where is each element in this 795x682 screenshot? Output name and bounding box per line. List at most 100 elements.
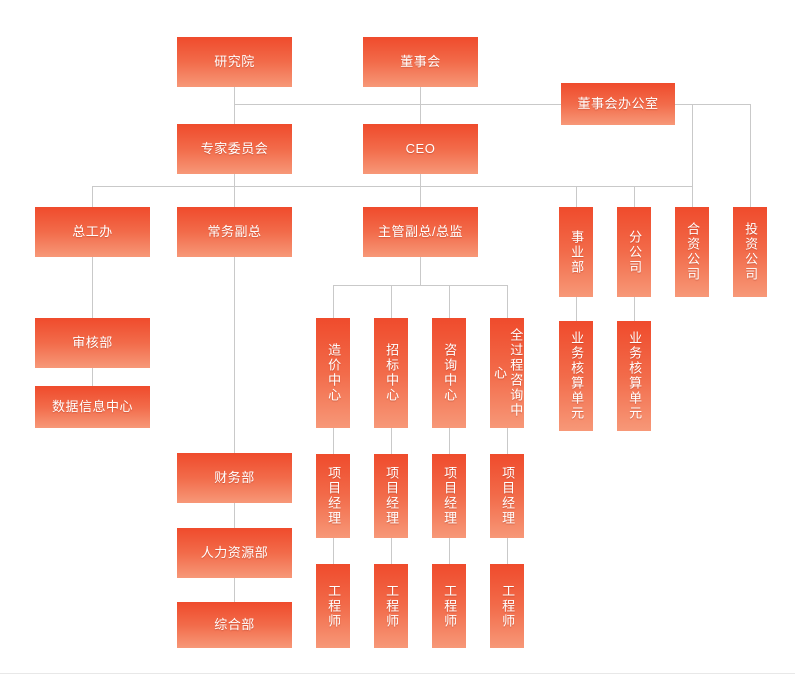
connector-bus-level1 (234, 104, 561, 105)
node-finance-department[interactable]: 财务部 (177, 453, 292, 503)
node-label: 主管副总/总监 (377, 223, 464, 239)
connector-pm1-to-engineer1 (333, 538, 334, 564)
node-label: CEO (405, 140, 436, 156)
connector-expert-down (234, 174, 235, 186)
connector-research-down (234, 87, 235, 104)
connector-business-division-to-unit1 (576, 297, 577, 321)
node-accounting-unit-1[interactable]: 业务核算单元 (559, 321, 593, 431)
node-board-of-directors[interactable]: 董事会 (363, 37, 478, 87)
node-label: 项目经理 (500, 466, 516, 526)
node-label: 项目经理 (442, 466, 458, 526)
connector-to-branch-company (634, 186, 635, 207)
node-label: 分公司 (627, 229, 643, 275)
connector-hr-to-general-affairs (234, 578, 235, 602)
node-whole-process-consulting-center[interactable]: 全过程咨询中心 (490, 318, 524, 428)
node-label: 工程师 (442, 583, 458, 629)
node-hr-department[interactable]: 人力资源部 (177, 528, 292, 578)
node-audit-department[interactable]: 审核部 (35, 318, 150, 368)
node-engineer-3[interactable]: 工程师 (432, 564, 466, 648)
connector-bus-level2 (92, 186, 692, 187)
connector-consulting-to-pm3 (449, 428, 450, 454)
node-research-institute[interactable]: 研究院 (177, 37, 292, 87)
node-label: 董事会办公室 (577, 95, 659, 111)
connector-bus-centers (333, 285, 507, 286)
node-expert-committee[interactable]: 专家委员会 (177, 124, 292, 174)
node-label: 工程师 (384, 583, 400, 629)
node-label: 工程师 (500, 583, 516, 629)
node-joint-venture-company[interactable]: 合资公司 (675, 207, 709, 297)
connector-to-consulting-center (449, 285, 450, 318)
node-label: 业务核算单元 (627, 331, 643, 421)
connector-pm3-to-engineer3 (449, 538, 450, 564)
node-branch-company[interactable]: 分公司 (617, 207, 651, 297)
node-label: 业务核算单元 (569, 331, 585, 421)
node-label: 投资公司 (743, 222, 759, 282)
node-label: 数据信息中心 (51, 398, 133, 414)
node-ceo[interactable]: CEO (363, 124, 478, 174)
node-business-division[interactable]: 事业部 (559, 207, 593, 297)
node-label: 常务副总 (207, 223, 262, 239)
node-cost-center[interactable]: 造价中心 (316, 318, 350, 428)
node-bidding-center[interactable]: 招标中心 (374, 318, 408, 428)
node-label: 财务部 (214, 469, 255, 485)
node-label: 项目经理 (326, 466, 342, 526)
connector-finance-to-hr (234, 503, 235, 528)
node-supervising-vp[interactable]: 主管副总/总监 (363, 207, 478, 257)
connector-cost-to-pm1 (333, 428, 334, 454)
connector-to-joint-venture (692, 104, 693, 207)
node-general-affairs-department[interactable]: 综合部 (177, 602, 292, 648)
node-label: 造价中心 (326, 343, 342, 403)
node-label: 审核部 (72, 334, 113, 350)
connector-pm2-to-engineer2 (391, 538, 392, 564)
node-label: 全过程咨询中心 (492, 328, 524, 418)
page-bottom-divider (0, 673, 795, 674)
node-project-manager-3[interactable]: 项目经理 (432, 454, 466, 538)
node-label: 项目经理 (384, 466, 400, 526)
node-label: 专家委员会 (200, 140, 269, 156)
connector-to-executive-vp (234, 186, 235, 207)
connector-to-ceo (420, 104, 421, 124)
connector-to-chief-engineer (92, 186, 93, 207)
connector-audit-to-data-center (92, 368, 93, 386)
node-chief-engineer-office[interactable]: 总工办 (35, 207, 150, 257)
node-engineer-1[interactable]: 工程师 (316, 564, 350, 648)
node-engineer-4[interactable]: 工程师 (490, 564, 524, 648)
connector-whole-to-pm4 (507, 428, 508, 454)
node-label: 人力资源部 (200, 544, 269, 560)
connector-board-office-right (675, 104, 750, 105)
connector-pm4-to-engineer4 (507, 538, 508, 564)
node-label: 综合部 (214, 616, 255, 632)
connector-chief-engineer-to-audit (92, 257, 93, 318)
node-project-manager-2[interactable]: 项目经理 (374, 454, 408, 538)
node-data-information-center[interactable]: 数据信息中心 (35, 386, 150, 428)
node-label: 董事会 (400, 53, 441, 69)
node-project-manager-1[interactable]: 项目经理 (316, 454, 350, 538)
connector-branch-company-to-unit2 (634, 297, 635, 321)
connector-ceo-down (420, 174, 421, 186)
connector-bidding-to-pm2 (391, 428, 392, 454)
node-label: 工程师 (326, 583, 342, 629)
connector-to-bidding-center (391, 285, 392, 318)
connector-executive-vp-to-finance (234, 257, 235, 453)
node-engineer-2[interactable]: 工程师 (374, 564, 408, 648)
node-board-office[interactable]: 董事会办公室 (561, 83, 675, 125)
node-label: 研究院 (214, 53, 255, 69)
node-accounting-unit-2[interactable]: 业务核算单元 (617, 321, 651, 431)
node-label: 合资公司 (685, 222, 701, 282)
connector-to-cost-center (333, 285, 334, 318)
node-label: 事业部 (569, 229, 585, 275)
node-investment-company[interactable]: 投资公司 (733, 207, 767, 297)
node-label: 招标中心 (384, 343, 400, 403)
node-executive-vp[interactable]: 常务副总 (177, 207, 292, 257)
node-label: 咨询中心 (442, 343, 458, 403)
connector-to-investment (750, 104, 751, 207)
connector-to-expert-committee (234, 104, 235, 124)
org-chart-canvas: 研究院 董事会 董事会办公室 专家委员会 CEO 总工办 常务副总 主管副总/总… (0, 0, 795, 682)
connector-to-whole-process-center (507, 285, 508, 318)
connector-board-down (420, 87, 421, 104)
node-label: 总工办 (72, 223, 113, 239)
node-project-manager-4[interactable]: 项目经理 (490, 454, 524, 538)
connector-supervising-vp-down (420, 257, 421, 285)
node-consulting-center[interactable]: 咨询中心 (432, 318, 466, 428)
connector-to-supervising-vp (420, 186, 421, 207)
